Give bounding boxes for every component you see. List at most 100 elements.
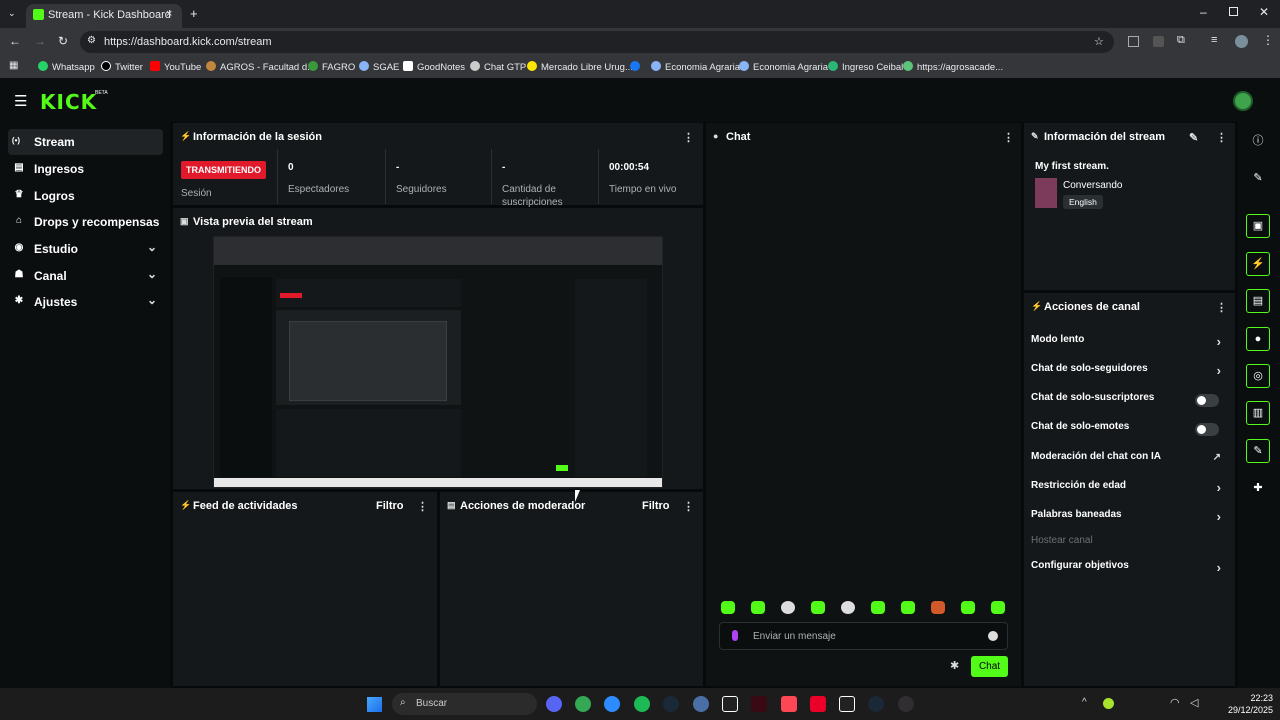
preview-tool-icon[interactable]: ▣ [1246,214,1270,238]
stream-preview-video[interactable] [213,236,663,488]
apps-grid-icon[interactable]: ▦ [9,60,18,71]
kick-logo[interactable]: KICK [40,90,97,114]
forward-icon[interactable]: → [34,34,46,48]
epic-games-app-icon[interactable] [722,696,738,712]
steam-app-icon[interactable] [663,696,679,712]
close-window-icon[interactable]: ✕ [1259,5,1269,19]
hamburger-menu-icon[interactable]: ☰ [14,92,27,110]
extension-icon[interactable] [1128,36,1139,47]
menu-kebab-icon[interactable]: ⋮ [1262,33,1274,47]
taskbar-clock[interactable]: 22:23 29/12/2025 [1215,692,1273,716]
sidebar-item-ingresos[interactable]: ▤ Ingresos [8,156,163,182]
emote-button[interactable] [961,601,975,614]
extension-icon[interactable] [1153,36,1164,47]
puzzle-icon[interactable]: ⧉ [1177,34,1185,47]
emote-button[interactable] [931,601,945,614]
sidebar-item-logros[interactable]: ♛ Logros [8,183,163,209]
lightning-tool-icon[interactable]: ⚡ [1246,252,1270,276]
bookmark-item[interactable]: Ingreso Ceibal [828,61,903,73]
spotify-app-icon[interactable] [634,696,650,712]
more-options-icon[interactable]: ⋮ [683,131,694,144]
tab-search-icon[interactable]: ⌄ [8,8,20,20]
chevron-down-icon[interactable]: ⌄ [147,267,157,281]
bookmark-item[interactable]: Economia Agraria [739,61,828,73]
bookmark-item[interactable]: GoodNotes [403,61,465,73]
more-options-icon[interactable]: ⋮ [683,500,694,513]
site-info-icon[interactable]: ⚙ [87,35,96,46]
emote-button[interactable] [901,601,915,614]
emote-button[interactable] [841,601,855,614]
emote-button[interactable] [871,601,885,614]
browser-tab[interactable]: Stream - Kick Dashboard × [26,4,182,28]
bookmark-item[interactable]: Whatsapp [38,61,95,73]
action-followers-only[interactable]: Chat de solo-seguidores › [1031,363,1225,383]
emote-button[interactable] [811,601,825,614]
taskbar-search[interactable]: ⌕ Buscar [392,693,537,715]
chat-tool-icon[interactable]: ● [1246,327,1270,351]
emoji-icon[interactable] [988,631,998,641]
bookmark-item[interactable] [630,61,644,73]
action-configure-goals[interactable]: Configurar objetivos › [1031,560,1225,580]
zoom-app-icon[interactable] [604,696,620,712]
add-widget-icon[interactable]: ✚ [1246,476,1270,500]
bookmark-item[interactable]: https://agrosacade... [903,61,1003,73]
tab-close-icon[interactable]: × [166,8,172,20]
emote-button[interactable] [991,601,1005,614]
more-options-icon[interactable]: ⋮ [417,500,428,513]
address-bar[interactable]: ⚙ https://dashboard.kick.com/stream ☆ [80,31,1114,53]
profile-avatar[interactable] [1235,35,1248,48]
chat-settings-icon[interactable]: ✱ [950,659,959,672]
chat-send-button[interactable]: Chat [971,656,1008,677]
bookmark-item[interactable]: Chat GTP [470,61,526,73]
discord-app-icon[interactable] [546,696,562,712]
action-slow-mode[interactable]: Modo lento › [1031,334,1225,354]
filter-button[interactable]: Filtro [376,500,404,512]
broadcast-tool-icon[interactable]: ◎ [1246,364,1270,388]
volume-icon[interactable]: ◁ [1190,696,1198,709]
chat-message-input[interactable]: Enviar un mensaje [719,622,1008,650]
minimize-icon[interactable]: – [1200,5,1207,19]
bookmark-item[interactable]: FAGRO [308,61,355,73]
chevron-down-icon[interactable]: ⌄ [147,240,157,254]
sidebar-item-estudio[interactable]: ◉ Estudio ⌄ [8,236,163,262]
emotes-only-toggle[interactable] [1195,423,1219,436]
wifi-icon[interactable]: ◠ [1170,696,1180,709]
user-avatar[interactable] [1233,91,1253,111]
new-tab-icon[interactable]: + [190,6,198,21]
microphone-icon[interactable] [732,630,738,641]
riot-app-icon[interactable] [810,696,826,712]
sidebar-item-stream[interactable]: (•) Stream [8,129,163,155]
steam-app-icon[interactable] [868,696,884,712]
media-icon[interactable]: ≡ [1211,34,1217,46]
action-ai-moderation[interactable]: Moderación del chat con IA ↗ [1031,451,1225,471]
maximize-icon[interactable] [1229,7,1238,16]
obs-app-icon[interactable] [898,696,914,712]
sidebar-item-ajustes[interactable]: ✱ Ajustes ⌄ [8,289,163,315]
bookmark-item[interactable]: SGAE [359,61,399,73]
windows-start-icon[interactable] [367,697,382,712]
more-options-icon[interactable]: ⋮ [1216,301,1227,314]
edit-icon[interactable]: ✎ [1246,166,1270,190]
app-icon[interactable] [751,696,767,712]
more-options-icon[interactable]: ⋮ [1216,131,1227,144]
bookmark-item[interactable]: Mercado Libre Urug... [527,61,633,73]
bookmark-item[interactable]: YouTube [150,61,201,73]
more-options-icon[interactable]: ⋮ [1003,131,1014,144]
bookmark-item[interactable]: AGROS - Facultad d... [206,61,315,73]
action-banned-words[interactable]: Palabras baneadas › [1031,509,1225,529]
reload-icon[interactable]: ↻ [58,34,68,48]
action-age-restriction[interactable]: Restricción de edad › [1031,480,1225,500]
category-name[interactable]: Conversando [1063,180,1122,191]
bookmark-item[interactable]: Twitter [101,61,143,73]
filter-button[interactable]: Filtro [642,500,670,512]
edit-icon[interactable]: ✎ [1189,131,1198,144]
emote-button[interactable] [751,601,765,614]
app-icon[interactable] [693,696,709,712]
sidebar-item-canal[interactable]: ☗ Canal ⌄ [8,263,163,289]
epic-games-app-icon[interactable] [839,696,855,712]
emote-button[interactable] [781,601,795,614]
valorant-app-icon[interactable] [781,696,797,712]
sidebar-item-drops[interactable]: ⌂ Drops y recompensas [8,209,163,235]
back-icon[interactable]: ← [9,34,21,48]
info-icon[interactable]: ⓘ [1246,129,1270,153]
